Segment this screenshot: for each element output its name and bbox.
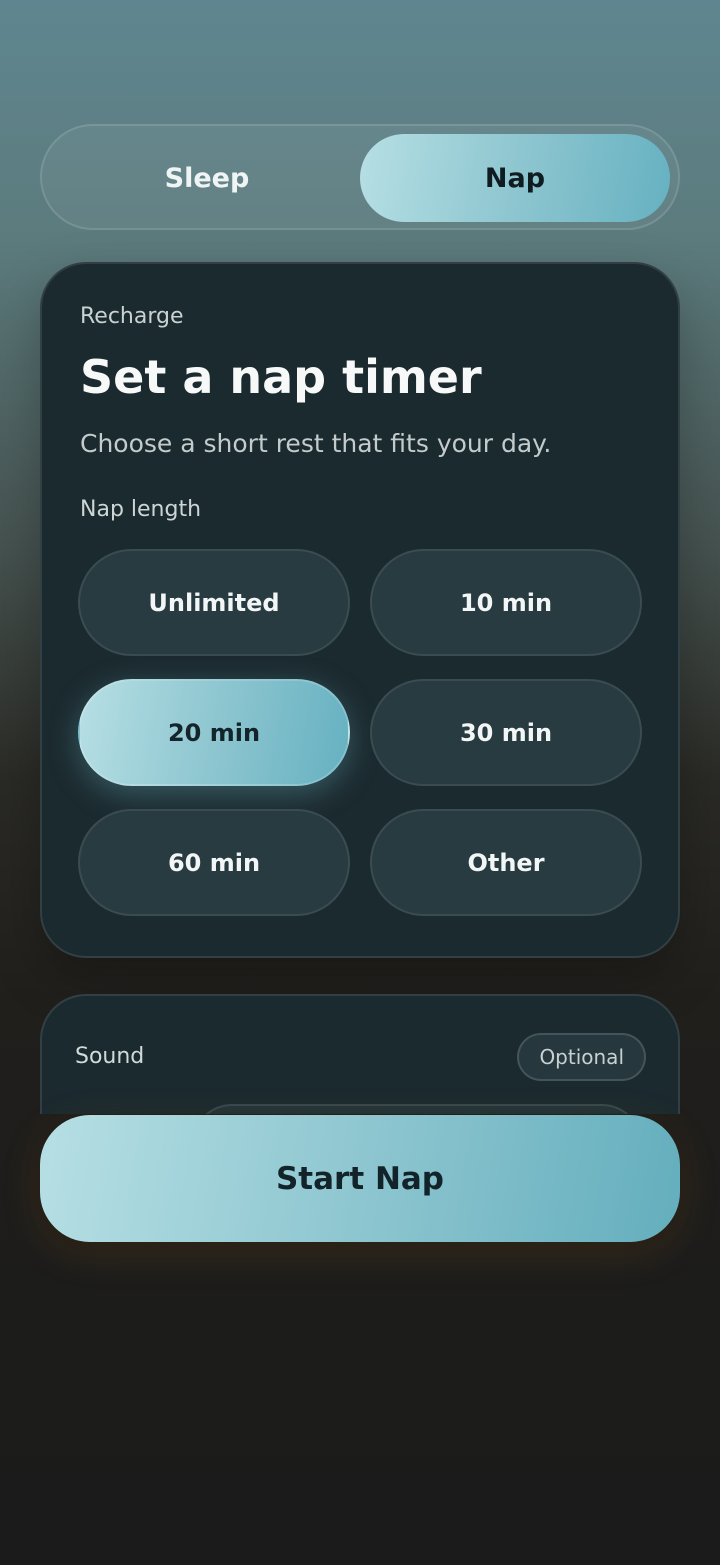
sound-card: Sound Optional	[40, 994, 680, 1114]
optional-badge: Optional	[517, 1033, 646, 1081]
start-nap-button[interactable]: Start Nap	[40, 1115, 680, 1242]
sound-selector[interactable]	[192, 1104, 642, 1114]
scroll-viewport: Sound Optional	[0, 0, 720, 1114]
sound-label: Sound	[75, 1044, 145, 1069]
